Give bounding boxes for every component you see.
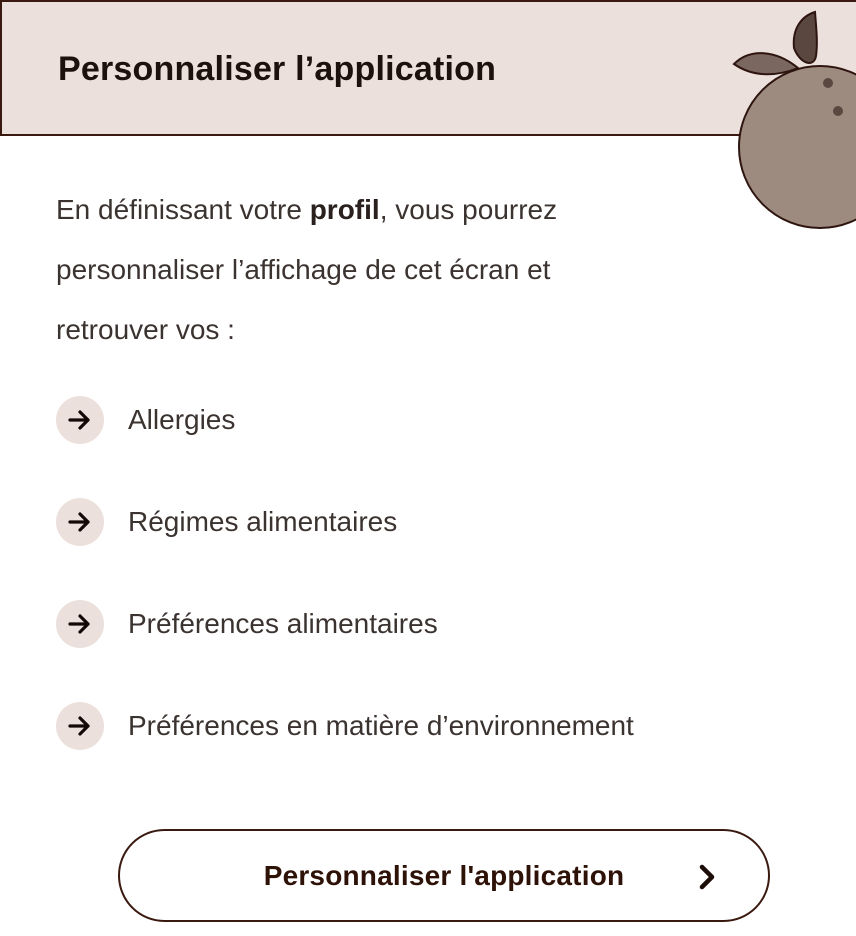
intro-paragraph: En définissant votre profil, vous pourre… — [56, 180, 656, 360]
list-item-label: Allergies — [128, 404, 236, 435]
intro-text-line2: personnaliser l’affichage de cet écran e… — [56, 254, 551, 285]
leaf-dark — [792, 10, 818, 64]
intro-text-start: En définissant votre — [56, 194, 310, 225]
intro-profile-emphasis: profil — [309, 194, 380, 225]
personalize-app-button-label: Personnaliser l'application — [263, 859, 625, 891]
intro-text-line1-end: , vous pourrez — [379, 194, 558, 225]
leaf-light — [732, 52, 800, 76]
list-item-food-preferences: Préférences alimentaires — [56, 598, 438, 650]
list-item-label: Préférences en matière d’environnement — [128, 710, 634, 741]
arrow-right-icon — [56, 600, 104, 648]
list-item-diets: Régimes alimentaires — [56, 496, 397, 548]
chevron-right-icon — [699, 864, 715, 890]
arrow-right-icon — [56, 498, 104, 546]
list-item-label: Régimes alimentaires — [128, 506, 398, 537]
personalize-app-button[interactable]: Personnaliser l'application — [118, 829, 770, 922]
profile-personalization-card: Personnaliser l’application En définissa… — [0, 0, 856, 936]
list-item-label: Préférences alimentaires — [128, 608, 438, 639]
page-title: Personnaliser l’application — [58, 50, 497, 88]
arrow-right-icon — [56, 702, 104, 750]
fruit-dot — [833, 106, 843, 116]
intro-text-line3: retrouver vos : — [56, 314, 235, 345]
orange-fruit-illustration — [732, 10, 856, 229]
arrow-right-icon — [56, 396, 104, 444]
list-item-environment-preferences: Préférences en matière d’environnement — [56, 700, 634, 752]
fruit-dot — [823, 78, 833, 88]
list-item-allergies: Allergies — [56, 394, 235, 446]
